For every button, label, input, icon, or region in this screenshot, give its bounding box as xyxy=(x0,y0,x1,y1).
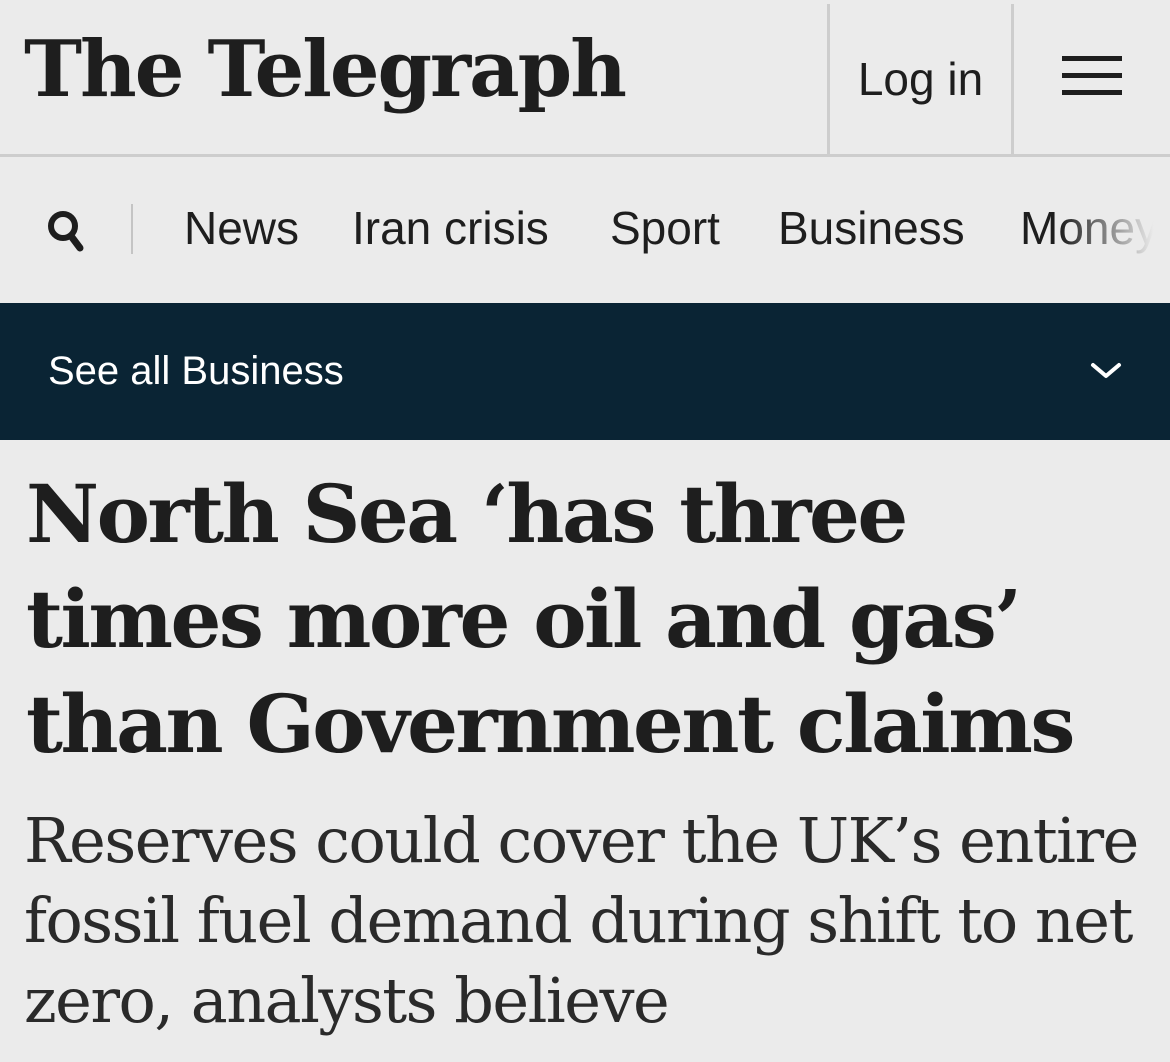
see-all-business-label: See all Business xyxy=(48,349,344,393)
section-nav: News Iran crisis Sport Business Money xyxy=(0,160,1170,303)
nav-separator xyxy=(131,204,133,254)
login-button[interactable]: Log in xyxy=(830,4,1011,154)
nav-overflow-fade xyxy=(1060,160,1170,303)
nav-item-business[interactable]: Business xyxy=(778,198,965,258)
hamburger-menu-icon xyxy=(1062,56,1122,96)
nav-item-sport[interactable]: Sport xyxy=(610,198,720,258)
masthead: The Telegraph Log in xyxy=(0,0,1170,157)
article-headline: North Sea ‘has three times more oil and … xyxy=(26,467,1075,771)
telegraph-logo[interactable]: The Telegraph xyxy=(24,20,627,120)
nav-item-iran-crisis[interactable]: Iran crisis xyxy=(352,198,549,258)
nav-item-news[interactable]: News xyxy=(184,198,299,258)
chevron-down-icon xyxy=(1091,363,1121,378)
search-icon xyxy=(48,211,84,252)
see-all-business-dropdown[interactable]: See all Business xyxy=(0,303,1170,440)
article-standfirst: Reserves could cover the UK’s entire fos… xyxy=(24,804,1139,1037)
menu-button[interactable] xyxy=(1014,4,1170,154)
search-button[interactable] xyxy=(40,204,92,260)
